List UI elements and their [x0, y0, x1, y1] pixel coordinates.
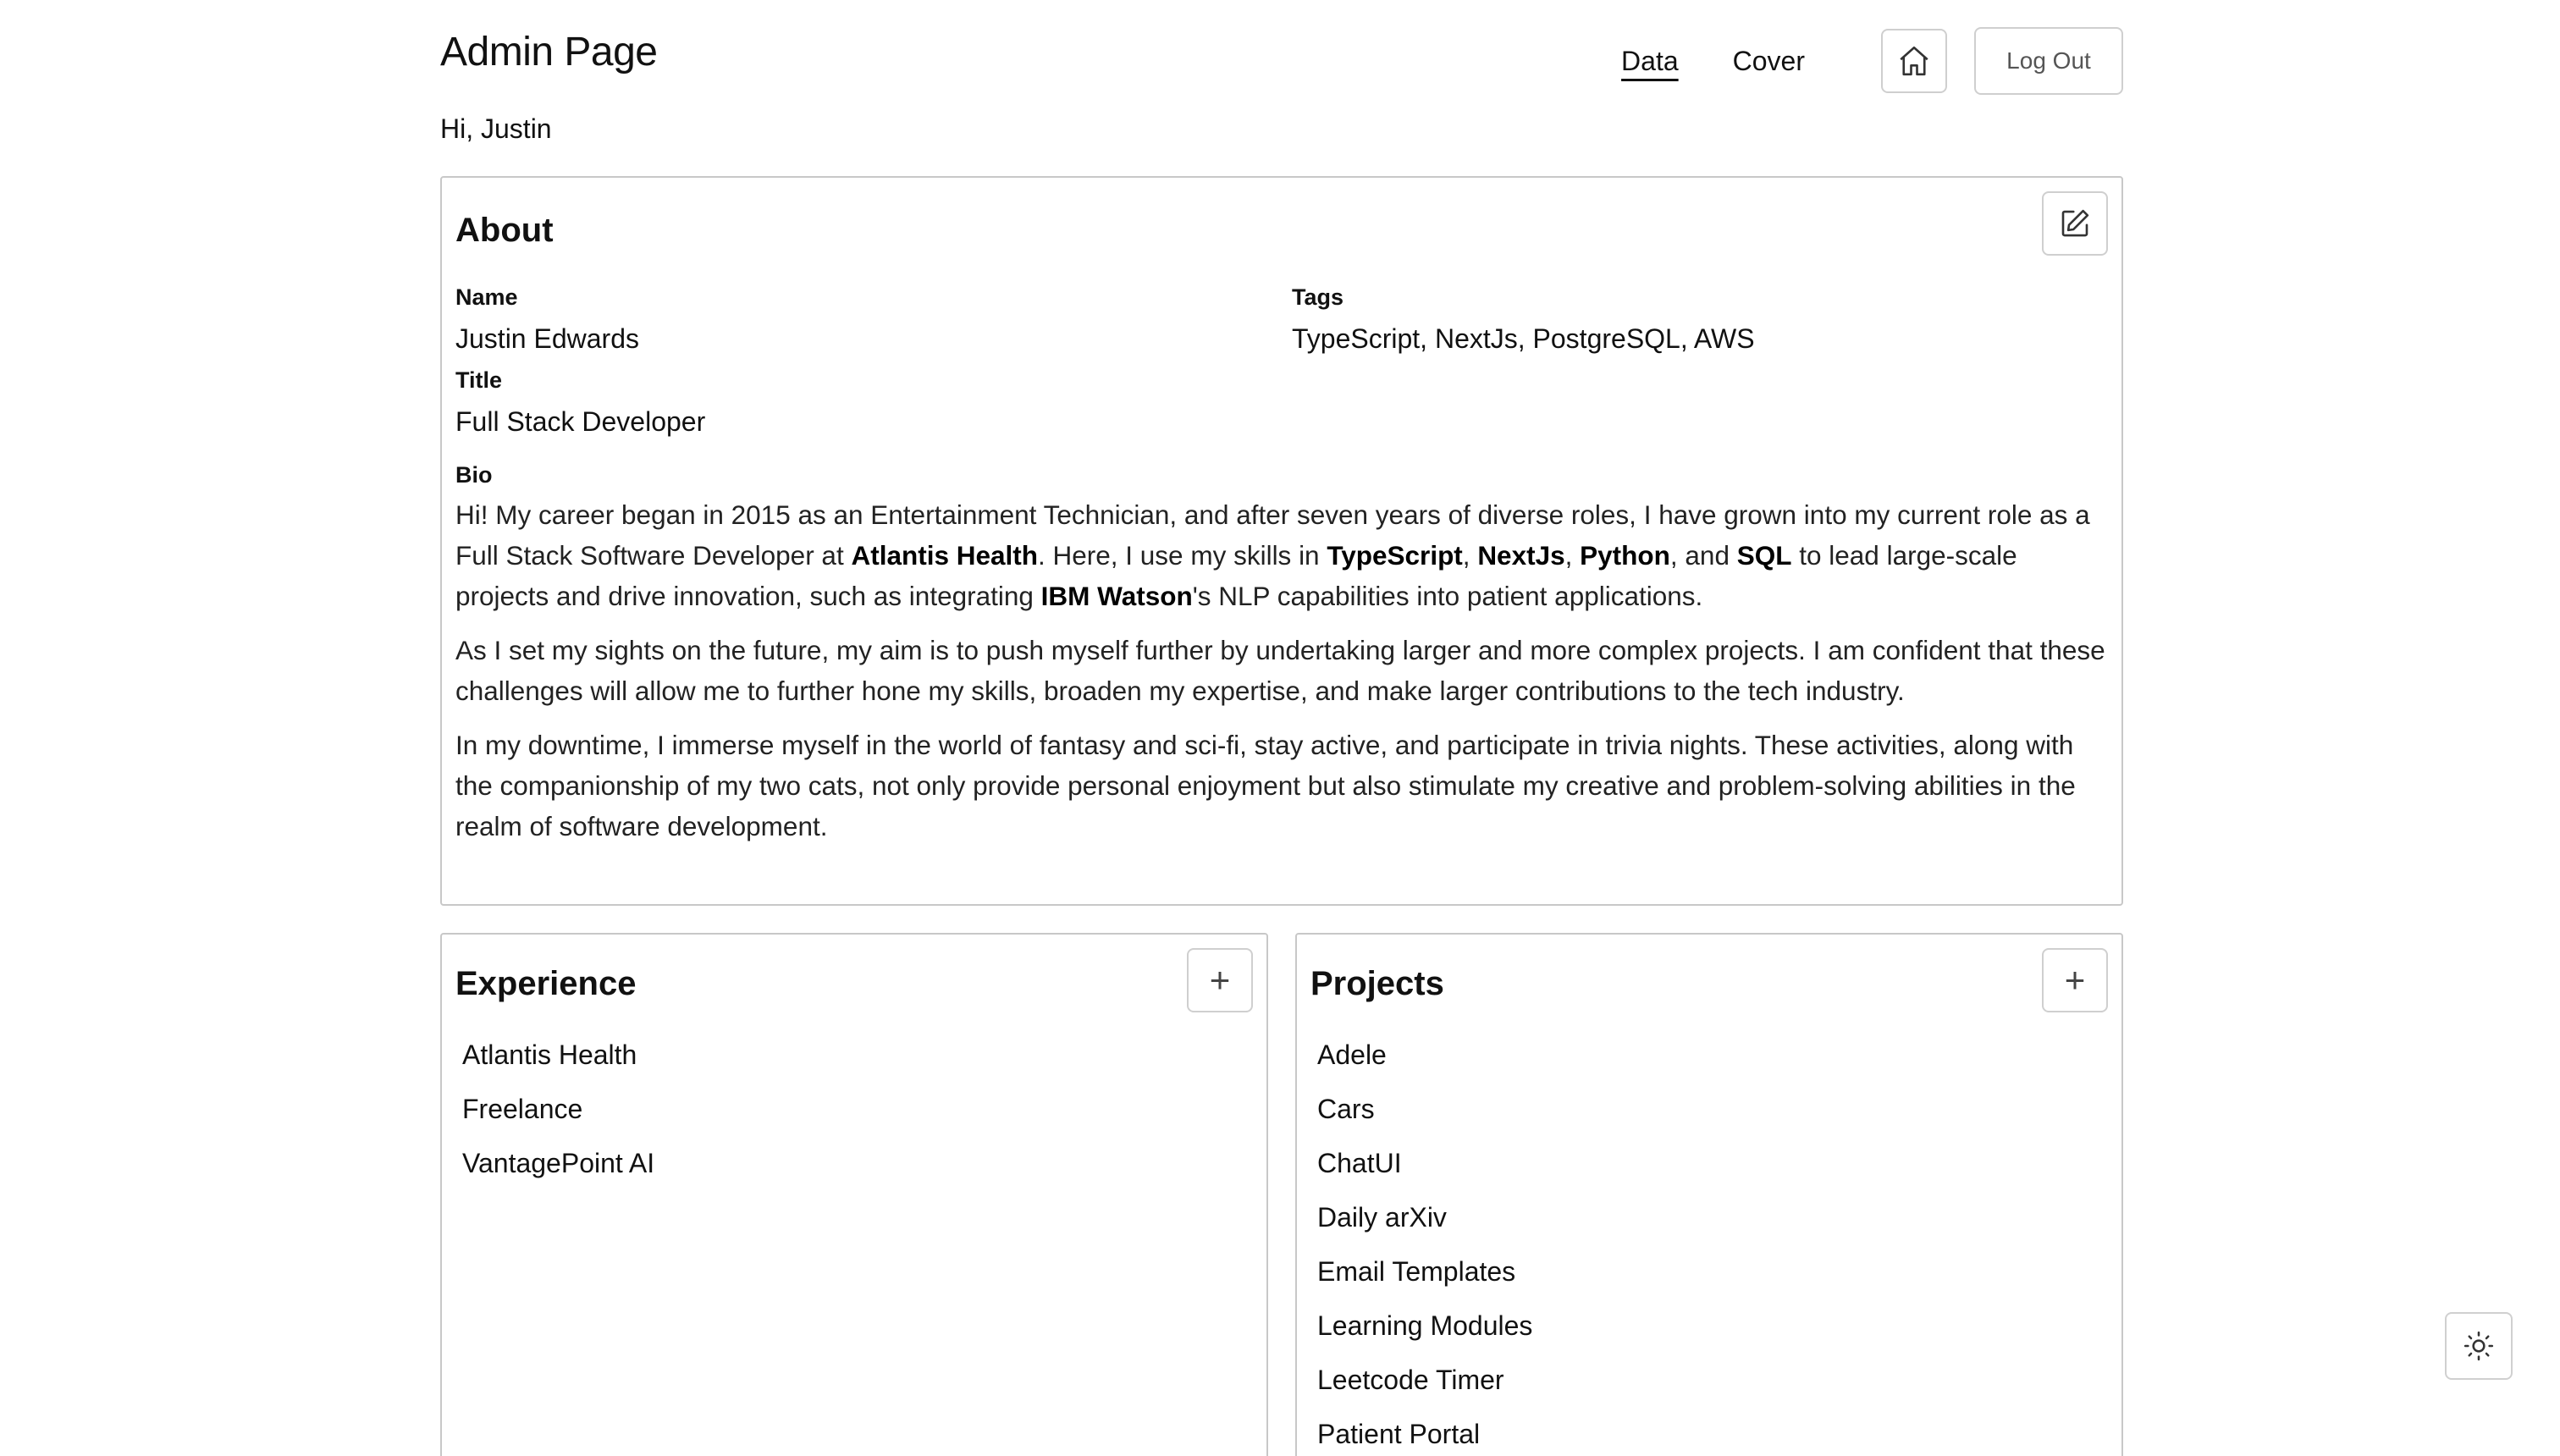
- page-header: Admin Page Data Cover Log Out: [440, 0, 2123, 119]
- bio-paragraph-3: In my downtime, I immerse myself in the …: [455, 730, 2076, 841]
- project-item[interactable]: Learning Modules: [1317, 1309, 1532, 1343]
- nav-link-data[interactable]: Data: [1621, 44, 1679, 78]
- add-experience-button[interactable]: +: [1187, 948, 1253, 1012]
- project-item[interactable]: Email Templates: [1317, 1255, 1532, 1288]
- about-card: About Name Justin Edwards Tags TypeScrip…: [440, 176, 2123, 906]
- theme-toggle-button[interactable]: [2445, 1312, 2513, 1380]
- edit-about-button[interactable]: [2042, 191, 2108, 256]
- projects-title: Projects: [1310, 965, 1444, 1002]
- bio-text-segment: 's NLP capabilities into patient applica…: [1192, 581, 1703, 611]
- bio-text-segment: , and: [1669, 540, 1737, 571]
- project-item[interactable]: Daily arXiv: [1317, 1200, 1532, 1234]
- admin-page: Admin Page Data Cover Log Out Hi, Justin…: [0, 0, 2560, 1456]
- page-title: Admin Page: [440, 30, 658, 74]
- experience-item[interactable]: VantagePoint AI: [462, 1146, 654, 1180]
- projects-card: Projects + Adele Cars ChatUI Daily arXiv…: [1295, 933, 2123, 1456]
- bio-paragraph-2: As I set my sights on the future, my aim…: [455, 635, 2105, 706]
- edit-icon: [2061, 209, 2089, 237]
- project-item[interactable]: Cars: [1317, 1092, 1532, 1126]
- bio-highlight: SQL: [1736, 540, 1792, 571]
- project-item[interactable]: Patient Portal: [1317, 1417, 1532, 1451]
- logout-button[interactable]: Log Out: [1974, 27, 2123, 95]
- bio-text-segment: ,: [1462, 540, 1478, 571]
- content-wrapper: Admin Page Data Cover Log Out Hi, Justin…: [440, 0, 2123, 1456]
- greeting-text: Hi, Justin: [440, 113, 552, 144]
- experience-item[interactable]: Freelance: [462, 1092, 654, 1126]
- home-button[interactable]: [1881, 29, 1947, 93]
- experience-list: Atlantis Health Freelance VantagePoint A…: [462, 1038, 654, 1200]
- project-item[interactable]: Leetcode Timer: [1317, 1363, 1532, 1397]
- projects-list: Adele Cars ChatUI Daily arXiv Email Temp…: [1317, 1038, 1532, 1456]
- bio-highlight: Atlantis Health: [851, 540, 1038, 571]
- bio-label: Bio: [455, 462, 493, 488]
- experience-title: Experience: [455, 965, 637, 1002]
- bio-highlight: IBM Watson: [1040, 581, 1193, 611]
- bio-text-segment: . Here, I use my skills in: [1038, 540, 1327, 571]
- bio-highlight: TypeScript: [1327, 540, 1463, 571]
- name-value: Justin Edwards: [455, 323, 639, 354]
- home-icon: [1900, 46, 1928, 76]
- name-label: Name: [455, 284, 518, 310]
- add-project-button[interactable]: +: [2042, 948, 2108, 1012]
- plus-icon: +: [1209, 960, 1231, 1000]
- bio-text-segment: ,: [1564, 540, 1581, 571]
- top-nav: Data Cover Log Out: [1621, 27, 2123, 95]
- tags-value: TypeScript, NextJs, PostgreSQL, AWS: [1292, 323, 1755, 354]
- title-value: Full Stack Developer: [455, 406, 706, 437]
- plus-icon: +: [2064, 960, 2086, 1000]
- sun-icon: [2463, 1331, 2494, 1361]
- about-title: About: [455, 212, 554, 249]
- experience-card: Experience + Atlantis Health Freelance V…: [440, 933, 1268, 1456]
- title-label: Title: [455, 367, 503, 393]
- nav-link-cover[interactable]: Cover: [1733, 44, 1805, 78]
- bio-paragraph-1: Hi! My career began in 2015 as an Entert…: [455, 494, 2106, 616]
- tags-label: Tags: [1292, 284, 1344, 310]
- project-item[interactable]: Adele: [1317, 1038, 1532, 1072]
- experience-item[interactable]: Atlantis Health: [462, 1038, 654, 1072]
- bio-highlight: Python: [1580, 540, 1670, 571]
- bio-highlight: NextJs: [1477, 540, 1565, 571]
- bio-text: Hi! My career began in 2015 as an Entert…: [455, 494, 2106, 860]
- project-item[interactable]: ChatUI: [1317, 1146, 1532, 1180]
